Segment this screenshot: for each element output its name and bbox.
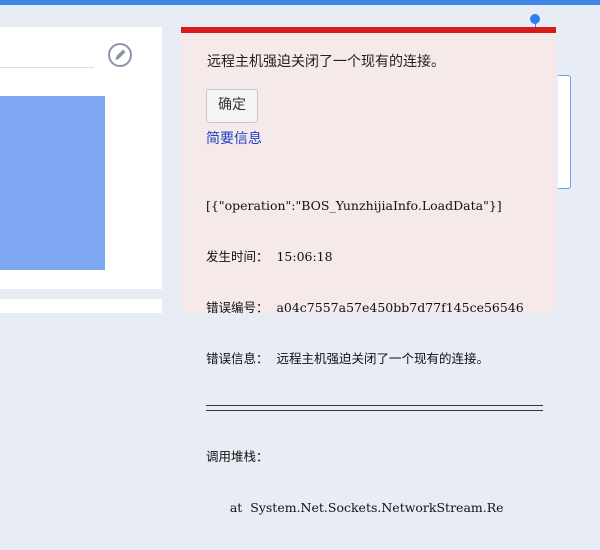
edit-icon[interactable] [107,42,133,68]
stack-line: at System.Net.Sockets.NetworkStream.Re [206,500,504,515]
detail-separator [206,405,543,411]
detail-error-message: 错误信息： 远程主机强迫关闭了一个现有的连接。 [206,351,489,366]
stack-label: 调用堆栈： [206,449,269,464]
background-panel-edge [558,75,571,189]
detail-operation: [{"operation":"BOS_YunzhijiaInfo.LoadDat… [206,198,502,213]
summary-info-link[interactable]: 简要信息 [206,128,262,148]
error-dialog: 远程主机强迫关闭了一个现有的连接。 确定 简要信息 [{"operation":… [181,27,556,515]
error-details: [{"operation":"BOS_YunzhijiaInfo.LoadDat… [206,163,546,550]
top-accent-bar [0,0,600,5]
error-message: 远程主机强迫关闭了一个现有的连接。 [207,54,445,70]
blue-content-block [0,96,105,270]
pin-dot [530,14,540,24]
detail-time: 发生时间： 15:06:18 [206,249,333,264]
ok-button[interactable]: 确定 [206,89,258,123]
left-bottom-panel [0,299,162,313]
left-panel [0,27,162,289]
detail-error-id: 错误编号： a04c7557a57e450bb7d77f145ce56546 [206,300,524,315]
input-underline [0,67,94,68]
